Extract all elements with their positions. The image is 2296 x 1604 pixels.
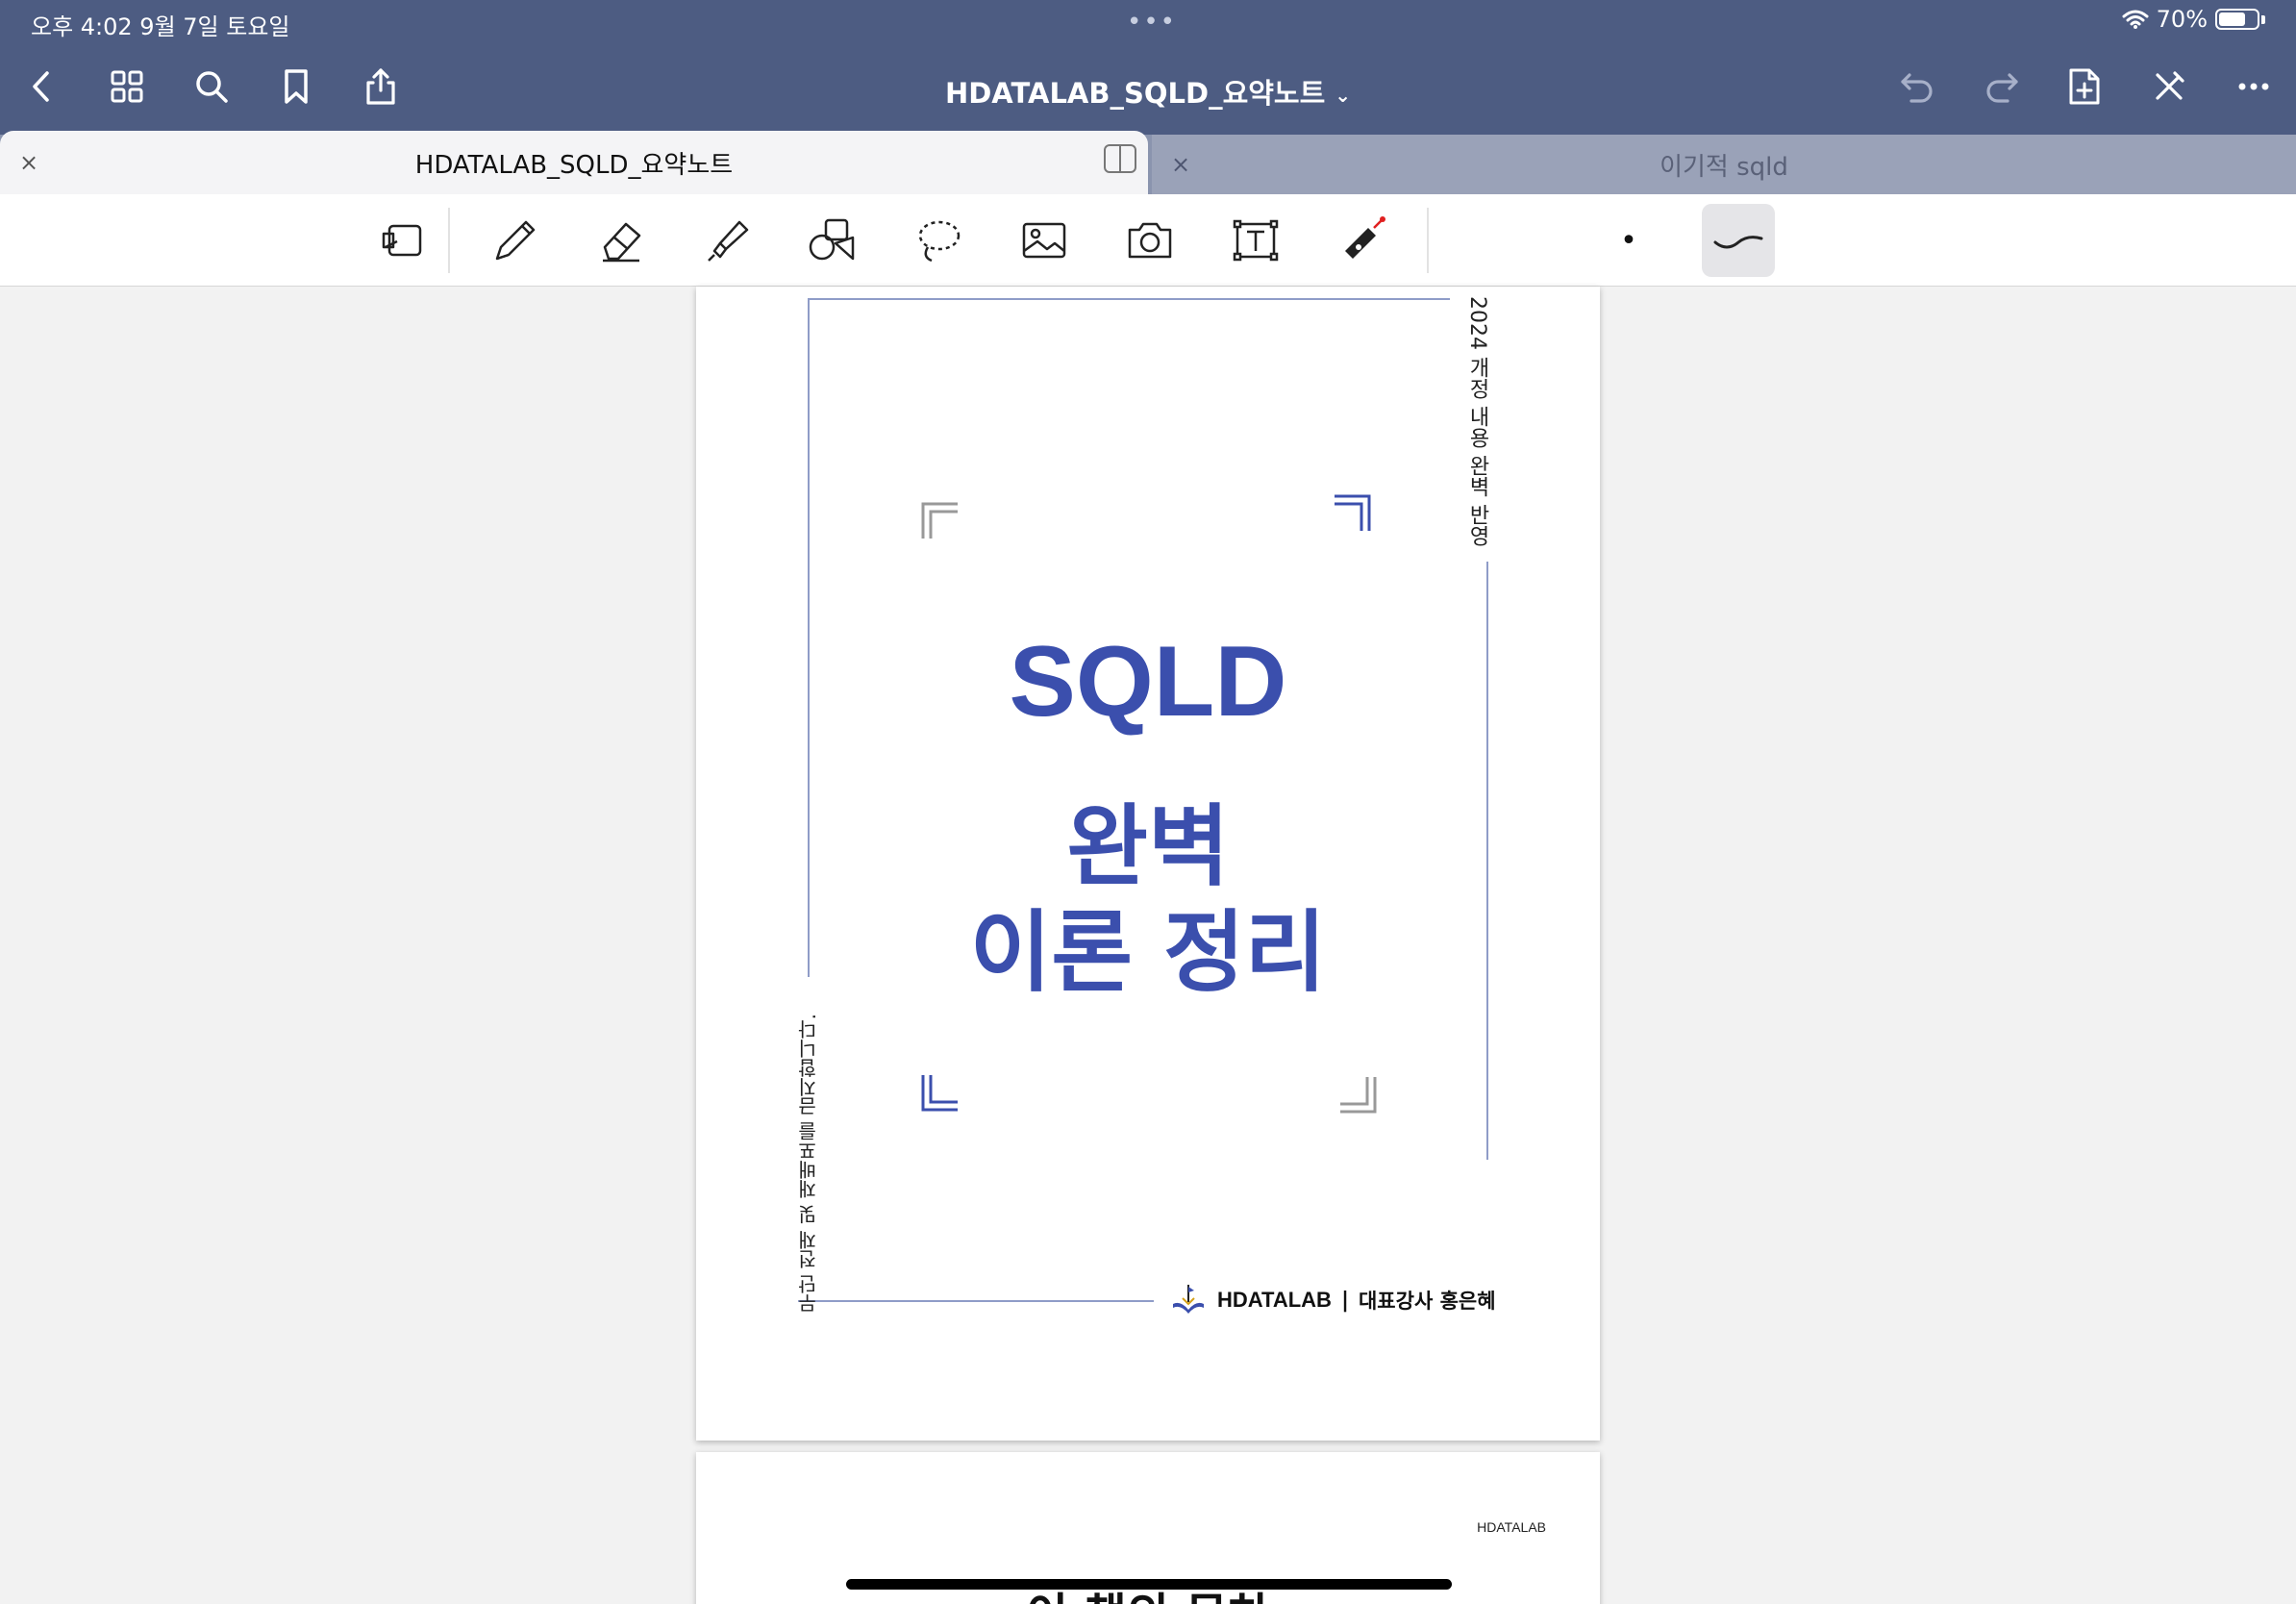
corner-bracket-top-right (1331, 492, 1373, 535)
document-title-text: HDATALAB_SQLD_요약노트 (944, 77, 1326, 110)
cover-subtitle-line2: 이론 정리 (969, 901, 1327, 1004)
stroke-width-dot[interactable]: • (1600, 212, 1658, 269)
multitasking-dots[interactable]: ••• (1127, 8, 1177, 37)
annotation-toolbar: • (0, 194, 2296, 287)
toolbar-divider (448, 208, 450, 273)
brand-name: HDATALAB (1217, 1288, 1332, 1312)
image-icon[interactable] (1015, 212, 1073, 269)
frame-line-top (808, 298, 1450, 300)
document-title[interactable]: HDATALAB_SQLD_요약노트 ⌄ (0, 71, 2296, 112)
split-view-icon[interactable] (1104, 144, 1136, 173)
add-page-icon[interactable] (2061, 63, 2108, 110)
reading-mode-icon[interactable] (375, 212, 433, 269)
brand-author: 대표강사 홍은혜 (1358, 1290, 1496, 1313)
more-icon[interactable] (2231, 63, 2277, 110)
text-icon[interactable] (1227, 212, 1285, 269)
corner-bracket-bottom-right (1336, 1073, 1379, 1115)
copyright-note: 무단 전재 및 재배포를 금지합니다. (797, 1014, 820, 1314)
battery-fill (2219, 13, 2245, 26)
undo-icon[interactable] (1894, 63, 1940, 110)
redo-icon[interactable] (1979, 63, 2025, 110)
tab-sqld-book[interactable]: × 이기적 sqld (1152, 135, 2296, 194)
battery-tip (2261, 14, 2265, 24)
camera-icon[interactable] (1121, 212, 1179, 269)
highlighter-icon[interactable] (698, 212, 756, 269)
corner-bracket-bottom-left (919, 1071, 961, 1114)
battery-percent: 70% (2156, 6, 2208, 33)
pencil-off-icon[interactable] (2146, 63, 2192, 110)
lasso-icon[interactable] (910, 212, 967, 269)
revision-note: 2024 개정 내용 완벽 반영 (1465, 296, 1489, 546)
publisher-brand: HDATALAB | 대표강사 홍은혜 (1169, 1281, 1496, 1319)
tab-bar: × HDATALAB_SQLD_요약노트 × 이기적 sqld (0, 131, 2296, 194)
stroke-style-button[interactable] (1702, 204, 1775, 277)
battery-icon (2215, 9, 2259, 30)
status-time: 오후 4:02 9월 7일 토요일 (31, 13, 290, 40)
toolbar-divider (1427, 208, 1429, 273)
page-header: HDATALAB (1477, 1519, 1546, 1535)
book-logo-icon (1173, 1285, 1204, 1314)
home-indicator[interactable] (846, 1579, 1452, 1590)
document-page-cover[interactable]: 2024 개정 내용 완벽 반영 무단 전재 및 재배포를 금지합니다. SQL… (696, 287, 1600, 1441)
eraser-icon[interactable] (592, 212, 650, 269)
stroke-style-icon (1713, 236, 1763, 249)
chevron-down-icon: ⌄ (1335, 84, 1352, 107)
pen-icon[interactable] (487, 212, 544, 269)
tab-label: HDATALAB_SQLD_요약노트 (414, 150, 734, 180)
shapes-icon[interactable] (804, 212, 861, 269)
status-right: 70% (2122, 6, 2265, 33)
tab-hdatalab-summary[interactable]: × HDATALAB_SQLD_요약노트 (0, 131, 1148, 194)
laser-pointer-icon[interactable] (1333, 212, 1390, 269)
top-bar: 오후 4:02 9월 7일 토요일 ••• 70% HDATALAB_SQLD_… (0, 0, 2296, 135)
brand-separator: | (1340, 1288, 1349, 1313)
corner-bracket-top-left (919, 500, 961, 542)
wifi-icon (2122, 10, 2149, 29)
frame-line-bottom (798, 1300, 1154, 1302)
cover-title: SQLD (1009, 626, 1287, 738)
tab-label: 이기적 sqld (1660, 152, 1788, 182)
